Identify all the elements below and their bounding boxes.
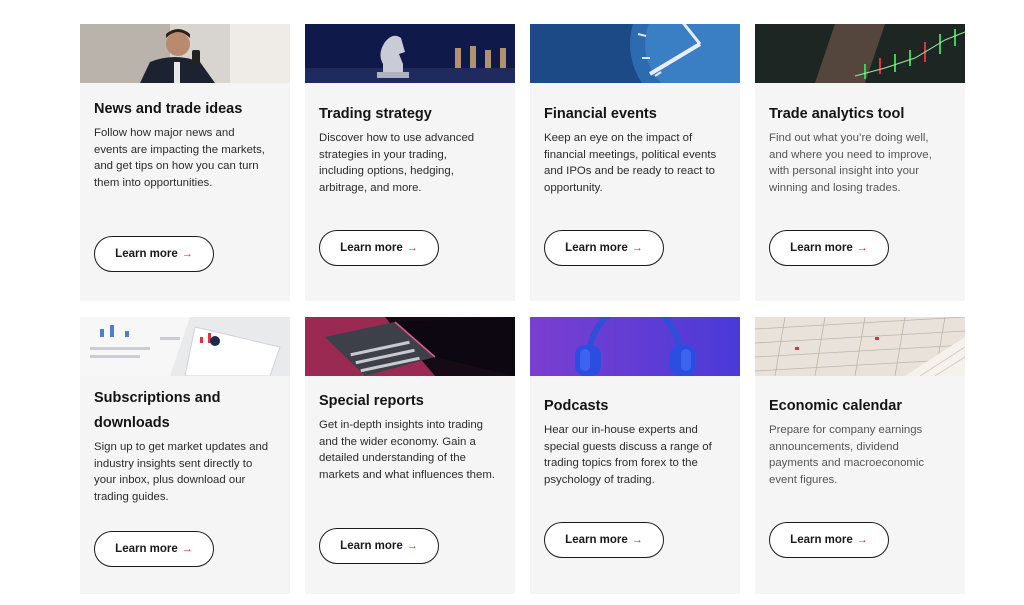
card-trade-analytics-tool: Trade analytics tool Find out what you’r… [755, 24, 965, 301]
arrow-right-icon: → [406, 242, 418, 254]
headphones-thumbnail-image [530, 317, 740, 376]
chess-thumbnail-image [305, 24, 515, 83]
card-description: Keep an eye on the impact of financial m… [544, 132, 717, 194]
card-title: Trading strategy [319, 106, 432, 122]
card-description: Prepare for company earnings announcemen… [769, 424, 925, 486]
card-description: Follow how major news and events are imp… [94, 127, 265, 189]
card-title: Subscriptions and downloads [94, 390, 221, 431]
button-label: Learn more [565, 242, 628, 254]
card-description: Sign up to get market updates and indust… [94, 441, 269, 503]
card-title: News and trade ideas [94, 101, 243, 117]
card-title: Special reports [319, 393, 424, 409]
arrow-right-icon: → [856, 242, 868, 254]
learn-more-button[interactable]: Learn more → [544, 522, 664, 558]
card-description: Hear our in-house experts and special gu… [544, 424, 712, 486]
devices-thumbnail-image [80, 317, 290, 376]
arrow-right-icon: → [631, 242, 643, 254]
learn-more-button[interactable]: Learn more → [94, 236, 214, 272]
learn-more-button[interactable]: Learn more → [319, 230, 439, 266]
arrow-right-icon: → [181, 248, 193, 260]
learn-more-button[interactable]: Learn more → [94, 531, 214, 567]
card-special-reports: Special reports Get in-depth insights in… [305, 317, 515, 594]
button-label: Learn more [340, 242, 403, 254]
card-economic-calendar: Economic calendar Prepare for company ea… [755, 317, 965, 594]
button-label: Learn more [340, 540, 403, 552]
card-title: Financial events [544, 106, 657, 122]
news-thumbnail-image [80, 24, 290, 83]
button-label: Learn more [115, 543, 178, 555]
arrow-right-icon: → [631, 534, 643, 546]
arrow-right-icon: → [856, 534, 868, 546]
calendar-thumbnail-image [755, 317, 965, 376]
learn-more-button[interactable]: Learn more → [769, 230, 889, 266]
card-description: Get in-depth insights into trading and t… [319, 419, 496, 481]
card-trading-strategy: Trading strategy Discover how to use adv… [305, 24, 515, 301]
chart-thumbnail-image [755, 24, 965, 83]
button-label: Learn more [790, 242, 853, 254]
learn-more-button[interactable]: Learn more → [544, 230, 664, 266]
clock-thumbnail-image [530, 24, 740, 83]
card-subscriptions-and-downloads: Subscriptions and downloads Sign up to g… [80, 317, 290, 594]
button-label: Learn more [115, 248, 178, 260]
card-description: Discover how to use advanced strategies … [319, 132, 475, 194]
button-label: Learn more [565, 534, 628, 546]
card-podcasts: Podcasts Hear our in-house experts and s… [530, 317, 740, 594]
arrow-right-icon: → [181, 543, 193, 555]
card-news-and-trade-ideas: News and trade ideas Follow how major ne… [80, 24, 290, 301]
learn-more-button[interactable]: Learn more → [319, 528, 439, 564]
arrow-right-icon: → [406, 540, 418, 552]
card-description: Find out what you’re doing well, and whe… [769, 132, 932, 194]
learn-more-button[interactable]: Learn more → [769, 522, 889, 558]
card-title: Trade analytics tool [769, 106, 905, 122]
button-label: Learn more [790, 534, 853, 546]
card-title: Economic calendar [769, 398, 902, 414]
laptop-thumbnail-image [305, 317, 515, 376]
card-financial-events: Financial events Keep an eye on the impa… [530, 24, 740, 301]
card-title: Podcasts [544, 398, 609, 414]
